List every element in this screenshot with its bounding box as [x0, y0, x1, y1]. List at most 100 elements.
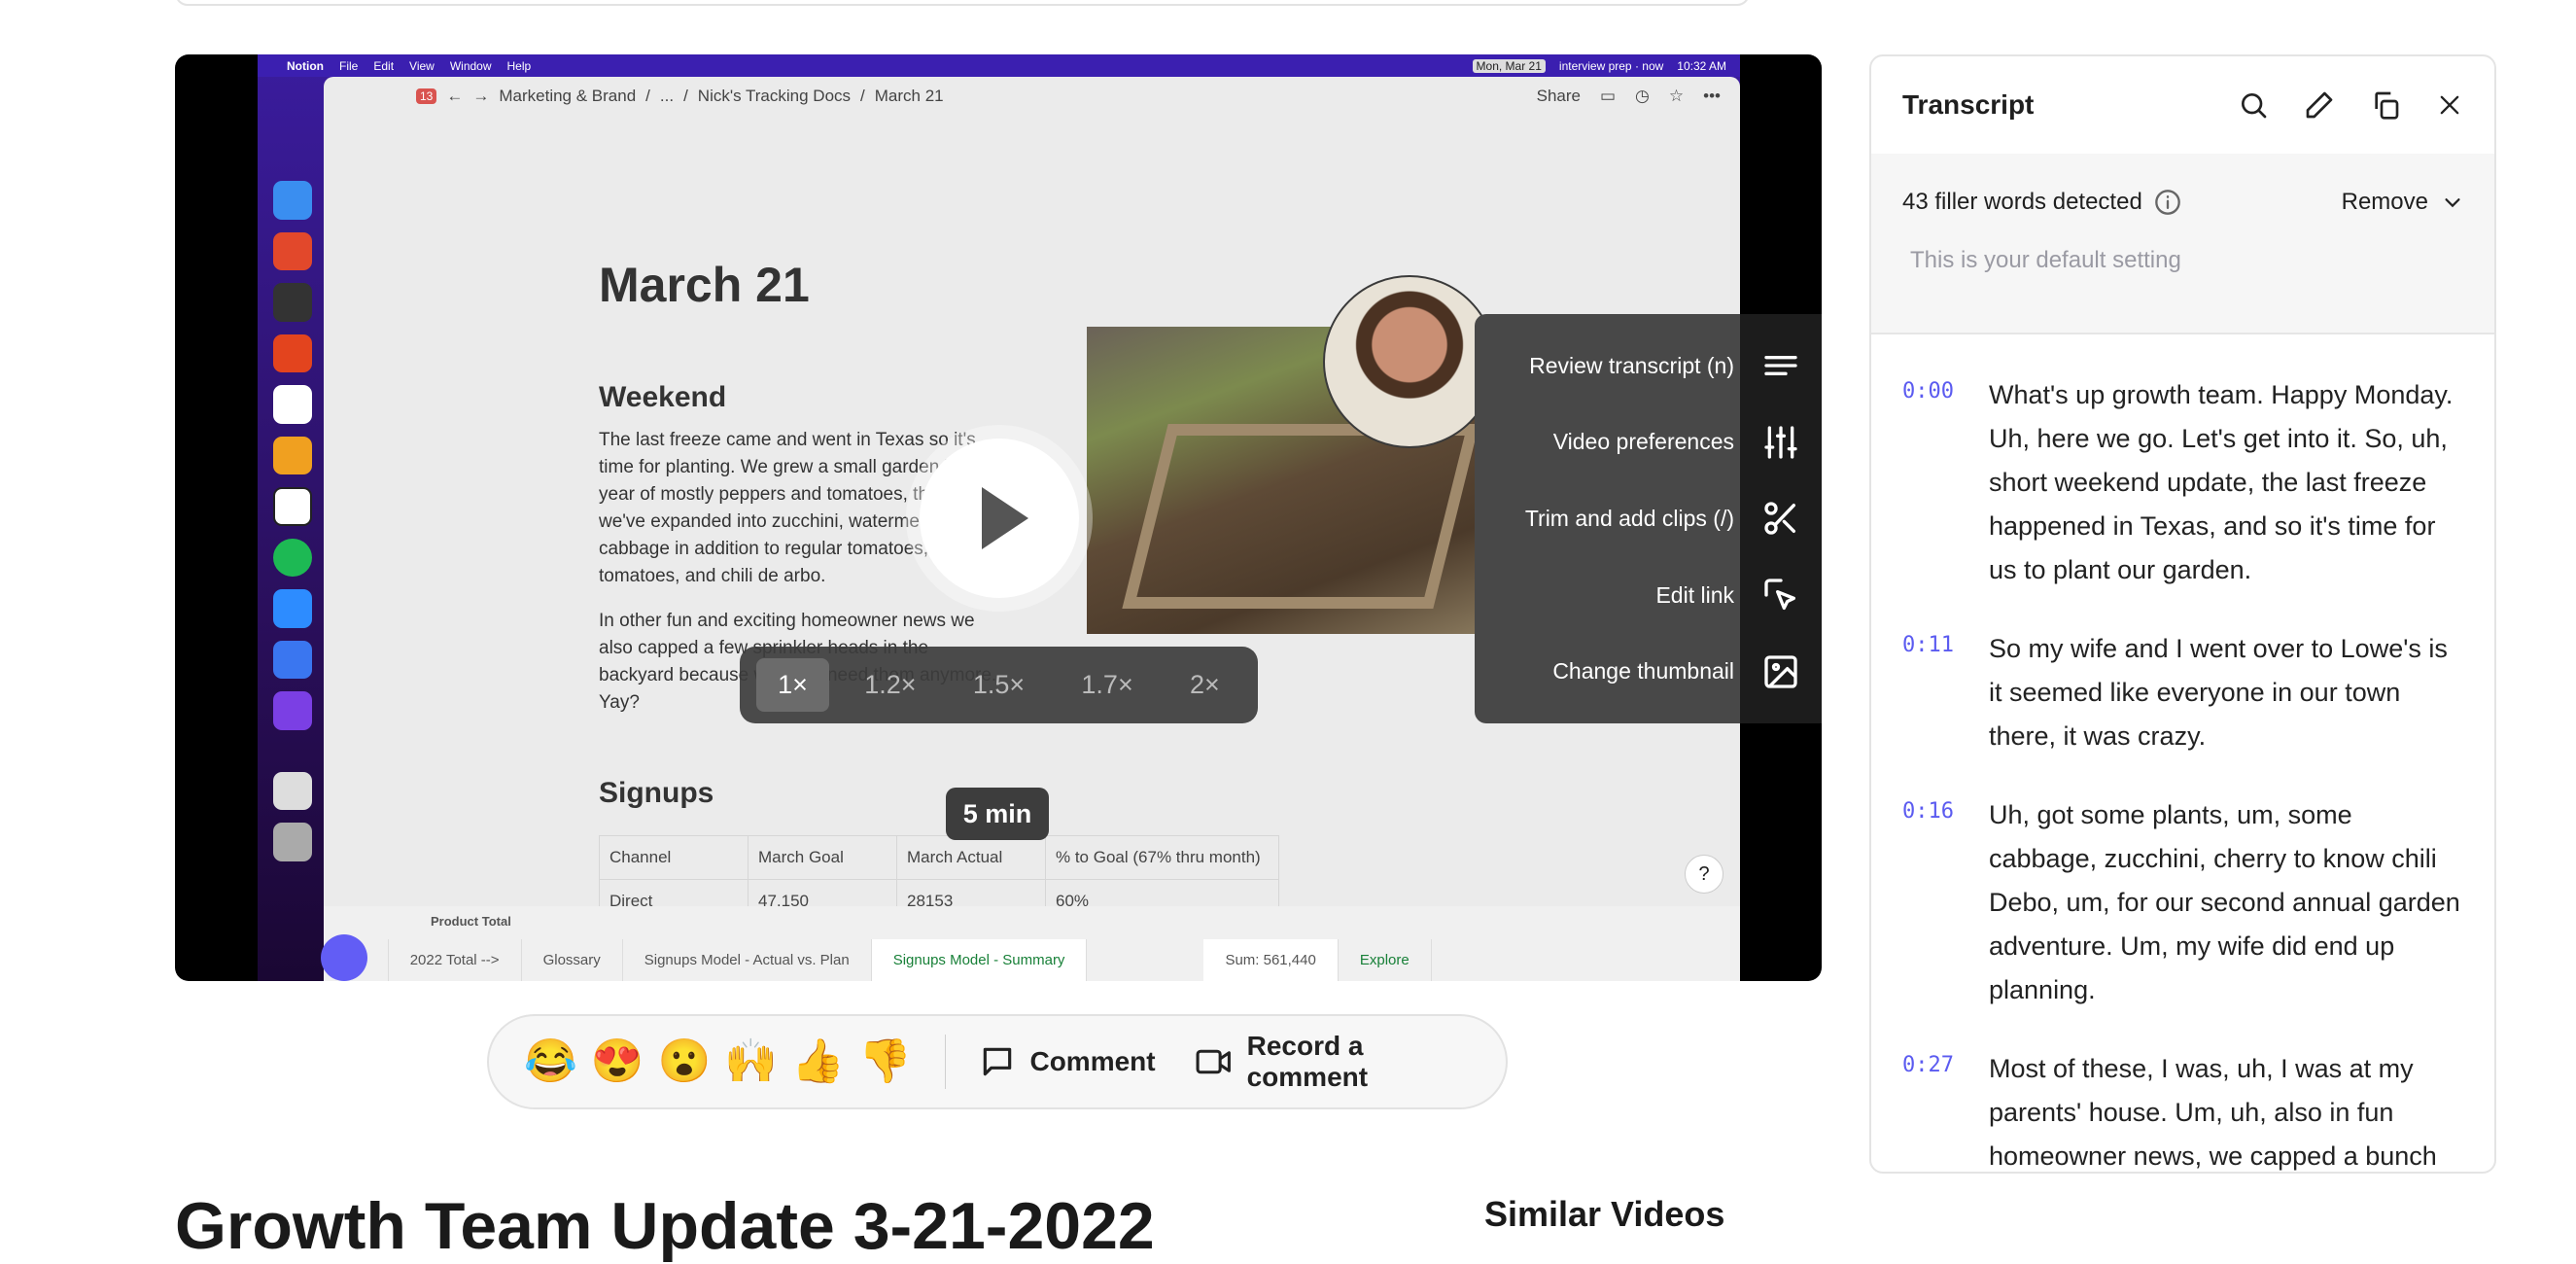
sliders-icon[interactable] — [1761, 423, 1800, 462]
video-camera-icon — [1195, 1043, 1234, 1080]
reaction-bar: 😂 😍 😮 🙌 👍 👎 Comment Record a comment — [487, 1014, 1508, 1109]
notion-actions: Share ▭ ◷ ☆ ••• — [1537, 87, 1721, 106]
menubar-app: Notion — [287, 58, 324, 73]
sheet-tab: 2022 Total --> — [389, 939, 522, 981]
emoji-thumbs-up-button[interactable]: 👍 — [791, 1040, 845, 1083]
file-icon — [273, 771, 312, 811]
playback-speed-selector: 1× 1.2× 1.5× 1.7× 2× — [740, 647, 1258, 723]
divider — [944, 1035, 947, 1089]
timestamp-link[interactable]: 0:27 — [1902, 1047, 1989, 1172]
garden-bed — [1122, 424, 1479, 609]
zoom-icon — [273, 589, 312, 628]
menubar-item: View — [409, 58, 435, 73]
filler-action-dropdown[interactable]: Remove — [2342, 189, 2463, 216]
sheet-sum: Sum: 561,440 — [1203, 939, 1339, 981]
copy-icon[interactable] — [2370, 89, 2401, 121]
sheet-explore: Explore — [1339, 939, 1432, 981]
breadcrumb-item: March 21 — [874, 87, 944, 105]
breadcrumb-item: ... — [659, 87, 675, 105]
breadcrumb: 13 ← → Marketing & Brand / ... / Nick's Tr… — [416, 87, 944, 106]
scissors-icon[interactable] — [1761, 499, 1800, 538]
sheet-tab-active: Signups Model - Summary — [871, 939, 1088, 981]
transcript-entry: 0:00 What's up growth team. Happy Monday… — [1902, 373, 2463, 592]
similar-videos-heading: Similar Videos — [1484, 1194, 1725, 1234]
filler-action-label: Remove — [2341, 189, 2428, 215]
breadcrumb-item: Nick's Tracking Docs — [697, 87, 852, 105]
video-player[interactable]: Notion File Edit View Window Help Mon, M… — [175, 54, 1822, 981]
notion-title: March 21 — [599, 258, 810, 312]
pencil-icon[interactable] — [2304, 89, 2335, 121]
emoji-thumbs-down-button[interactable]: 👎 — [858, 1040, 912, 1083]
emoji-surprised-button[interactable]: 😮 — [658, 1040, 712, 1083]
back-arrow-icon: ← — [446, 87, 464, 105]
calendar-icon — [273, 334, 312, 373]
emoji-raised-hands-button[interactable]: 🙌 — [724, 1040, 778, 1083]
share-label: Share — [1536, 87, 1581, 105]
signal-icon — [273, 640, 312, 680]
comment-button[interactable]: Comment — [979, 1043, 1156, 1080]
review-transcript-button[interactable]: Review transcript (n) — [1529, 353, 1734, 379]
app-icon — [273, 283, 312, 322]
info-icon[interactable] — [2154, 189, 2181, 216]
speed-option-1.5x[interactable]: 1.5× — [952, 658, 1046, 712]
loom-camera-icon — [321, 934, 367, 981]
transcript-entries: 0:00 What's up growth team. Happy Monday… — [1871, 334, 2494, 1172]
webcam-bubble — [1323, 275, 1496, 448]
mac-dock — [264, 181, 321, 861]
table-header: % to Goal (67% thru month) — [1045, 835, 1279, 880]
notion-heading: Weekend — [599, 381, 727, 413]
forward-arrow-icon: → — [472, 87, 490, 105]
speed-option-1x[interactable]: 1× — [756, 658, 829, 712]
obsidian-icon — [273, 691, 312, 730]
more-icon: ••• — [1703, 87, 1721, 105]
trash-icon — [273, 823, 312, 861]
speed-option-1.2x[interactable]: 1.2× — [843, 658, 937, 712]
transcript-text: So my wife and I went over to Lowe's is … — [1989, 634, 2448, 751]
transcript-text: Most of these, I was, uh, I was at my pa… — [1989, 1054, 2437, 1171]
notion-icon — [273, 487, 312, 526]
search-icon[interactable] — [2238, 89, 2269, 121]
transcript-title: Transcript — [1902, 89, 2035, 120]
mac-menubar: Notion File Edit View Window Help Mon, M… — [258, 54, 1740, 77]
lines-icon[interactable] — [1761, 346, 1800, 385]
edit-link-button[interactable]: Edit link — [1655, 582, 1734, 609]
close-icon[interactable] — [2436, 91, 2463, 119]
emoji-heart-eyes-button[interactable]: 😍 — [591, 1040, 644, 1083]
record-comment-button[interactable]: Record a comment — [1195, 1031, 1445, 1093]
slack-icon — [273, 385, 312, 424]
table-header-row: Channel March Goal March Actual % to Goa… — [599, 835, 1279, 880]
sheet-tab: Signups Model - Actual vs. Plan — [623, 939, 872, 981]
transcript-text: Uh, got some plants, um, some cabbage, z… — [1989, 800, 2460, 1004]
filler-default-note: This is your default setting — [1910, 247, 2181, 273]
cursor-select-icon[interactable] — [1761, 576, 1800, 614]
menubar-item: Help — [506, 58, 532, 73]
brave-icon — [273, 231, 312, 271]
transcript-entry: 0:27 Most of these, I was, uh, I was at … — [1902, 1047, 2463, 1172]
breadcrumb-item: Marketing & Brand — [499, 87, 637, 105]
notion-heading: Signups — [599, 777, 714, 809]
video-title: Growth Team Update 3-21-2022 — [175, 1189, 1155, 1263]
timestamp-link[interactable]: 0:16 — [1902, 793, 1989, 1012]
chevron-down-icon — [2442, 192, 2463, 213]
menubar-date: Mon, Mar 21 — [1472, 58, 1546, 73]
clock-icon: ◷ — [1635, 87, 1650, 105]
comment-icon: ▭ — [1599, 87, 1617, 105]
transcript-entry: 0:16 Uh, got some plants, um, some cabba… — [1902, 793, 2463, 1012]
timestamp-link[interactable]: 0:00 — [1902, 373, 1989, 592]
table-header: March Goal — [748, 835, 897, 880]
transcript-header: Transcript — [1871, 56, 2494, 154]
emoji-laugh-button[interactable]: 😂 — [524, 1040, 577, 1083]
duration-tooltip: 5 min — [946, 788, 1049, 840]
play-button[interactable] — [920, 439, 1079, 598]
video-preferences-button[interactable]: Video preferences — [1553, 429, 1734, 455]
image-icon[interactable] — [1761, 652, 1800, 691]
timestamp-link[interactable]: 0:11 — [1902, 627, 1989, 758]
speed-option-2x[interactable]: 2× — [1168, 658, 1241, 712]
speed-option-1.7x[interactable]: 1.7× — [1060, 658, 1154, 712]
transcript-entry: 0:11 So my wife and I went over to Lowe'… — [1902, 627, 2463, 758]
trim-clips-button[interactable]: Trim and add clips (/) — [1525, 506, 1734, 532]
menubar-item: Window — [449, 58, 492, 73]
transcript-panel: Transcript 43 filler words detected Remo… — [1869, 54, 2496, 1174]
video-actions-menu: Review transcript (n) Video preferences … — [1475, 314, 1822, 723]
change-thumbnail-button[interactable]: Change thumbnail — [1552, 658, 1734, 685]
